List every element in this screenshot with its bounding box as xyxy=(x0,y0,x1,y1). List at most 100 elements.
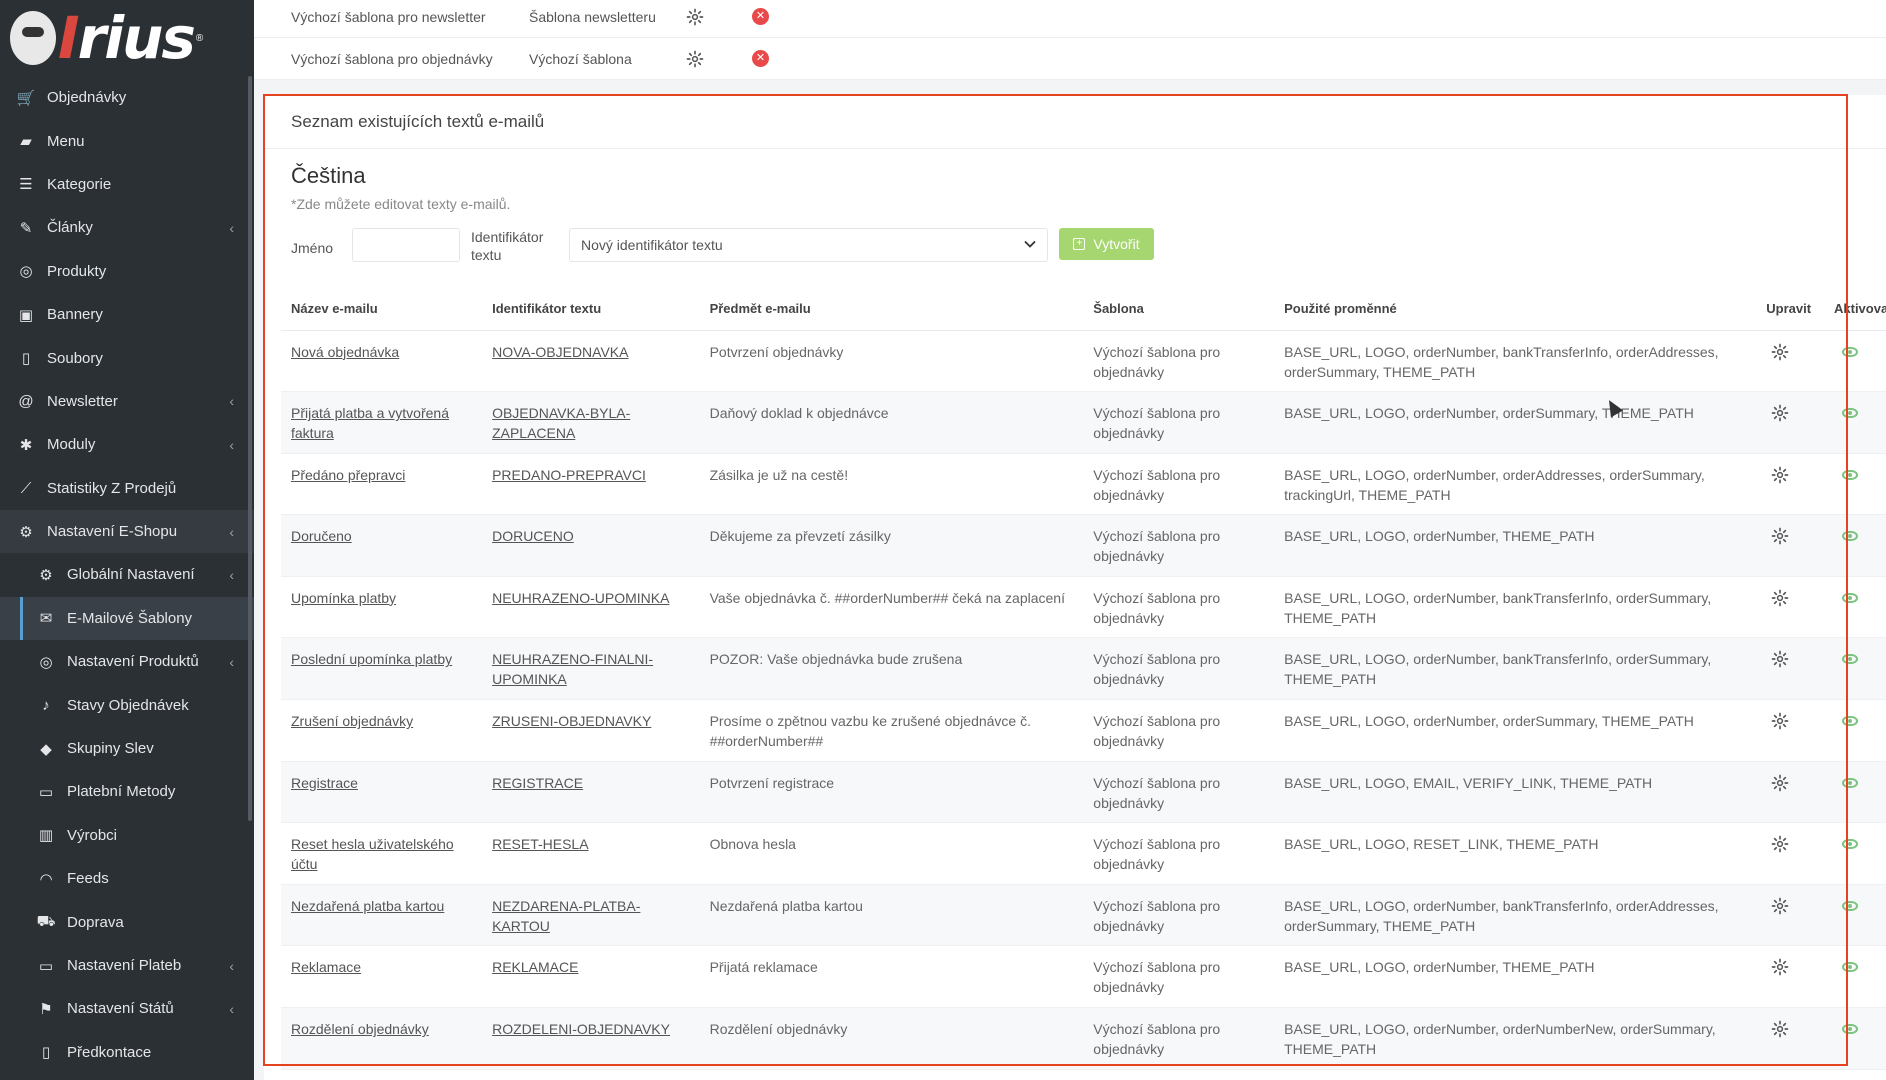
eye-icon[interactable] xyxy=(1842,900,1858,911)
column-header: Použité proměnné xyxy=(1274,288,1757,331)
sidebar-item-11[interactable]: ⚙ Globální Nastavení ‹ xyxy=(0,553,254,596)
sidebar-item-20[interactable]: ▭ Nastavení Plateb ‹ xyxy=(0,944,254,987)
text-id-link[interactable]: NEUHRAZENO-FINALNI-UPOMINKA xyxy=(492,651,653,687)
eye-icon[interactable] xyxy=(1842,1024,1858,1035)
text-id-link[interactable]: ROZDELENI-OBJEDNAVKY xyxy=(492,1021,670,1037)
chevron-left-icon: ‹ xyxy=(229,957,234,974)
text-id-link[interactable]: REKLAMACE xyxy=(492,959,578,975)
text-id-cell: NOVA-OBJEDNAVKA xyxy=(482,330,700,393)
text-id-link[interactable]: NEUHRAZENO-UPOMINKA xyxy=(492,590,669,606)
gear-icon[interactable] xyxy=(1770,711,1790,731)
gear-icon[interactable] xyxy=(685,7,705,27)
sidebar-item-3[interactable]: ✎ Články ‹ xyxy=(0,206,254,249)
sidebar-item-0[interactable]: 🛒 Objednávky xyxy=(0,76,254,119)
sidebar-item-label: Menu xyxy=(47,132,85,150)
sidebar-item-21[interactable]: ⚑ Nastavení Států ‹ xyxy=(0,987,254,1030)
gear-icon[interactable] xyxy=(1770,588,1790,608)
eye-icon[interactable] xyxy=(1842,777,1858,788)
eye-icon[interactable] xyxy=(1842,716,1858,727)
eye-icon[interactable] xyxy=(1842,839,1858,850)
text-id-cell: NEUHRAZENO-UPOMINKA xyxy=(482,576,700,639)
sidebar-item-5[interactable]: ▣ Bannery xyxy=(0,293,254,336)
eye-icon[interactable] xyxy=(1842,408,1858,419)
eye-icon[interactable] xyxy=(1842,962,1858,973)
sidebar-item-18[interactable]: ◠ Feeds xyxy=(0,857,254,900)
sidebar-item-19[interactable]: ⛟ Doprava xyxy=(0,900,254,943)
gear-icon[interactable] xyxy=(1770,896,1790,916)
rss-icon: ◠ xyxy=(39,870,53,888)
sidebar-item-label: Předkontace xyxy=(67,1043,152,1061)
subject-cell: Obnova hesla xyxy=(699,822,1084,885)
sidebar-item-16[interactable]: ▭ Platební Metody xyxy=(0,770,254,813)
text-id-link[interactable]: ZRUSENI-OBJEDNAVKY xyxy=(492,713,651,729)
sidebar-item-label: Soubory xyxy=(47,349,103,367)
text-id-link[interactable]: OBJEDNAVKA-BYLA-ZAPLACENA xyxy=(492,405,630,441)
email-name-link[interactable]: Reklamace xyxy=(291,959,361,975)
text-id-link[interactable]: REGISTRACE xyxy=(492,775,583,791)
sidebar-item-7[interactable]: @ Newsletter ‹ xyxy=(0,380,254,423)
panel-title: Seznam existujících textů e-mailů xyxy=(264,95,1886,149)
table-row: Reset hesla uživatelského účtu RESET-HESL… xyxy=(281,822,1886,885)
email-name-link[interactable]: Zrušení objednávky xyxy=(291,713,413,729)
activate-cell xyxy=(1824,391,1886,454)
eye-icon[interactable] xyxy=(1842,654,1858,665)
gear-icon[interactable] xyxy=(1770,957,1790,977)
gear-icon[interactable] xyxy=(1770,342,1790,362)
building-icon: ▥ xyxy=(38,827,54,845)
sidebar-item-14[interactable]: ♪ Stavy Objednávek xyxy=(0,683,254,726)
email-name-link[interactable]: Poslední upomínka platby xyxy=(291,651,452,667)
sidebar-item-22[interactable]: ▯ Předkontace xyxy=(0,1031,254,1074)
sidebar-item-9[interactable]: ⟋ Statistiky Z Prodejů xyxy=(0,467,254,510)
text-id-link[interactable]: RESET-HESLA xyxy=(492,836,588,852)
gear-icon[interactable] xyxy=(685,49,705,69)
logo[interactable]: Irius ® xyxy=(0,0,254,76)
registered-icon: ® xyxy=(195,32,204,44)
gear-icon[interactable] xyxy=(1770,526,1790,546)
text-id-link[interactable]: DORUCENO xyxy=(492,528,574,544)
delete-icon[interactable]: ✕ xyxy=(752,8,769,25)
gear-icon[interactable] xyxy=(1770,403,1790,423)
sidebar-item-4[interactable]: ◎ Produkty xyxy=(0,250,254,293)
id-select-value: Nový identifikátor textu xyxy=(581,237,723,253)
delete-icon[interactable]: ✕ xyxy=(752,50,769,67)
sidebar-item-6[interactable]: ▯ Soubory xyxy=(0,336,254,379)
template-row-label: Výchozí šablona pro objednávky xyxy=(291,50,493,67)
gear-icon[interactable] xyxy=(1770,649,1790,669)
sidebar-item-1[interactable]: ▰ Menu xyxy=(0,119,254,162)
gear-icon[interactable] xyxy=(1770,834,1790,854)
sidebar-item-13[interactable]: ◎ Nastavení Produktů ‹ xyxy=(0,640,254,683)
email-name-link[interactable]: Upomínka platby xyxy=(291,590,396,606)
email-name-link[interactable]: Nová objednávka xyxy=(291,344,399,360)
email-name-link[interactable]: Reset hesla uživatelského účtu xyxy=(291,836,454,872)
gear-icon[interactable] xyxy=(1770,465,1790,485)
email-name-link[interactable]: Registrace xyxy=(291,775,358,791)
sidebar-item-12[interactable]: ✉ E-Mailové Šablony xyxy=(0,596,254,641)
template-row-label: Výchozí šablona pro newsletter xyxy=(291,8,486,25)
name-input[interactable] xyxy=(352,228,460,262)
email-name-cell: Reset hesla uživatelského účtu xyxy=(281,822,483,885)
email-name-link[interactable]: Nezdařená platba kartou xyxy=(291,898,444,914)
mail-icon: ✉ xyxy=(39,610,53,628)
gear-icon[interactable] xyxy=(1770,773,1790,793)
sidebar-item-15[interactable]: ◆ Skupiny Slev xyxy=(0,727,254,770)
id-select[interactable]: Nový identifikátor textu xyxy=(569,228,1048,262)
sidebar-item-2[interactable]: ☰ Kategorie xyxy=(0,163,254,206)
email-name-link[interactable]: Předáno přepravci xyxy=(291,467,405,483)
sidebar-item-17[interactable]: ▥ Výrobci xyxy=(0,814,254,857)
text-id-link[interactable]: NEZDARENA-PLATBA-KARTOU xyxy=(492,898,640,934)
sidebar-item-8[interactable]: ✱ Moduly ‹ xyxy=(0,423,254,466)
create-button[interactable]: + Vytvořit xyxy=(1059,228,1154,260)
sidebar-item-10[interactable]: ⚙ Nastavení E-Shopu ‹ xyxy=(0,509,254,554)
eye-icon[interactable] xyxy=(1842,531,1858,542)
email-name-link[interactable]: Přijatá platba a vytvořená faktura xyxy=(291,405,449,441)
email-name-link[interactable]: Doručeno xyxy=(291,528,352,544)
eye-icon[interactable] xyxy=(1842,346,1858,357)
chevron-left-icon: ‹ xyxy=(229,566,234,583)
gear-icon[interactable] xyxy=(1770,1019,1790,1039)
eye-icon[interactable] xyxy=(1842,469,1858,480)
sidebar-scrollbar[interactable] xyxy=(248,76,252,821)
text-id-link[interactable]: NOVA-OBJEDNAVKA xyxy=(492,344,628,360)
eye-icon[interactable] xyxy=(1842,592,1858,603)
text-id-link[interactable]: PREDANO-PREPRAVCI xyxy=(492,467,646,483)
email-name-link[interactable]: Rozdělení objednávky xyxy=(291,1021,429,1037)
